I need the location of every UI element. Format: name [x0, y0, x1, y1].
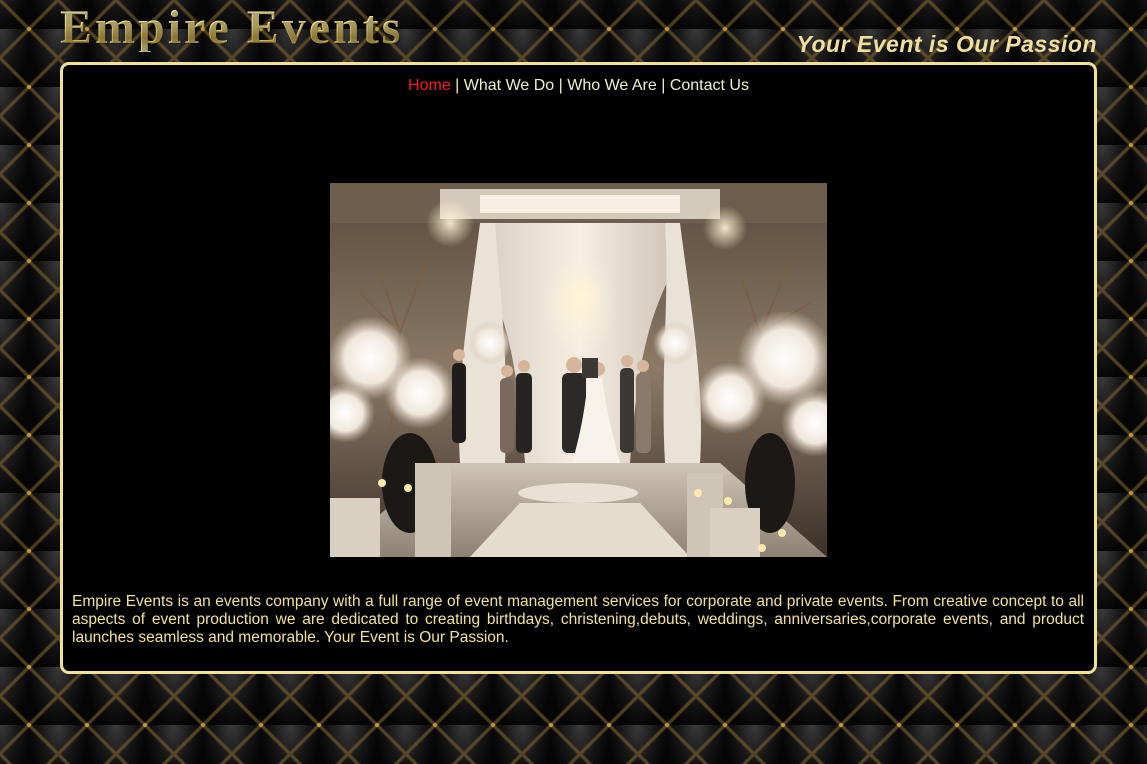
nav-link-home[interactable]: Home: [408, 77, 451, 94]
nav-separator: |: [558, 77, 563, 94]
about-text: Empire Events is an events company with …: [72, 593, 1084, 646]
nav-link-who-we-are[interactable]: Who We Are: [567, 77, 657, 94]
content-panel: Home | What We Do | Who We Are | Contact…: [60, 62, 1097, 674]
wedding-ceremony-photo: [330, 183, 827, 557]
nav-separator: |: [455, 77, 460, 94]
main-nav: Home | What We Do | Who We Are | Contact…: [63, 76, 1094, 96]
site-title: Empire Events: [60, 1, 404, 54]
nav-link-contact-us[interactable]: Contact Us: [670, 77, 749, 94]
nav-separator: |: [661, 77, 666, 94]
nav-link-what-we-do[interactable]: What We Do: [464, 77, 554, 94]
tagline: Your Event is Our Passion: [796, 31, 1097, 57]
